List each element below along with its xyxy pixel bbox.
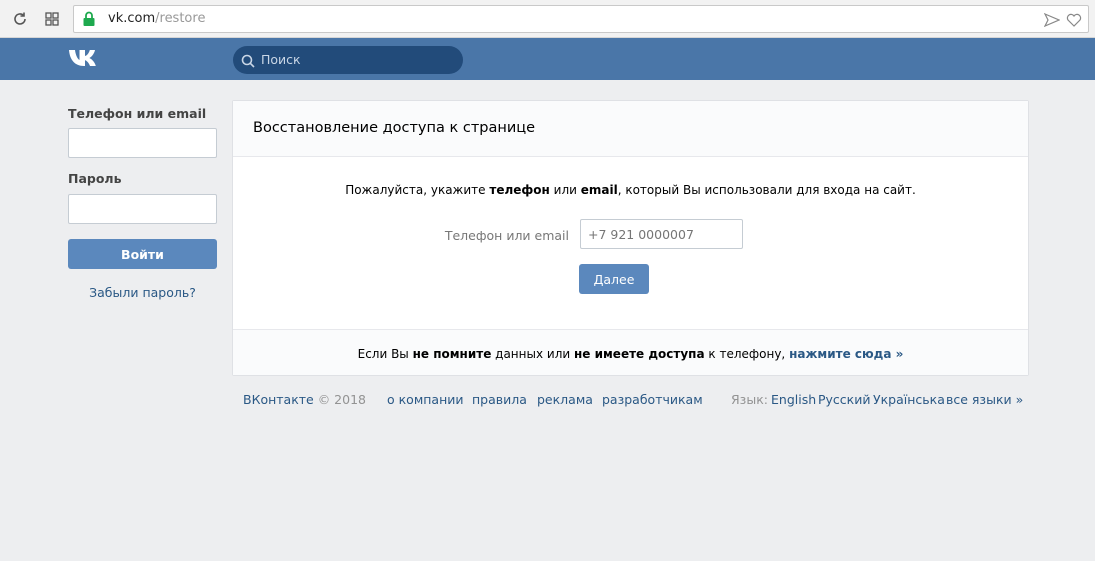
language-label: Язык: [731, 392, 768, 407]
restore-field-label: Телефон или email [444, 228, 569, 243]
search-input[interactable]: Поиск [233, 46, 463, 74]
card-footer: Если Вы не помните данных или не имеете … [233, 329, 1028, 375]
restore-card: Восстановление доступа к странице Пожалу… [232, 100, 1029, 376]
footer-link-ads[interactable]: реклама [537, 392, 593, 407]
brand-link[interactable]: ВКонтакте [243, 392, 314, 407]
lock-icon [82, 11, 96, 31]
login-form: Телефон или email Пароль Войти Забыли па… [68, 106, 218, 300]
no-access-text: Если Вы не помните данных или не имеете … [357, 347, 904, 361]
apps-grid-icon[interactable] [42, 9, 62, 29]
forgot-password-link[interactable]: Забыли пароль? [68, 285, 217, 300]
copyright: ВКонтакте © 2018 [243, 392, 366, 407]
card-header: Восстановление доступа к странице [233, 101, 1028, 157]
site-header: Поиск [0, 38, 1095, 80]
login-phone-field[interactable] [68, 128, 217, 158]
login-password-field[interactable] [68, 194, 217, 224]
next-button[interactable]: Далее [579, 264, 649, 294]
phone-label: Телефон или email [68, 106, 207, 121]
instruction-text: Пожалуйста, укажите телефон или email, к… [345, 183, 916, 197]
login-button[interactable]: Войти [68, 239, 217, 269]
vk-logo-icon[interactable] [68, 48, 102, 74]
click-here-link[interactable]: нажмите сюда » [789, 347, 903, 361]
lang-ukrainian[interactable]: Українська [873, 392, 945, 407]
heart-icon[interactable] [1066, 12, 1082, 31]
reload-icon[interactable] [10, 9, 30, 29]
url-text: vk.com/restore [108, 11, 206, 26]
footer-link-rules[interactable]: правила [472, 392, 527, 407]
lang-all[interactable]: все языки » [946, 392, 1023, 407]
footer-link-about[interactable]: о компании [387, 392, 464, 407]
footer-link-developers[interactable]: разработчикам [602, 392, 703, 407]
address-bar[interactable]: vk.com/restore [73, 5, 1089, 33]
lang-english[interactable]: English [771, 392, 816, 407]
browser-toolbar: vk.com/restore [0, 0, 1095, 38]
password-label: Пароль [68, 171, 122, 186]
search-icon [241, 53, 255, 72]
search-placeholder: Поиск [261, 52, 301, 67]
page-title: Восстановление доступа к странице [253, 120, 536, 136]
restore-phone-input[interactable] [580, 219, 743, 249]
send-icon[interactable] [1043, 12, 1061, 31]
lang-russian[interactable]: Русский [818, 392, 870, 407]
